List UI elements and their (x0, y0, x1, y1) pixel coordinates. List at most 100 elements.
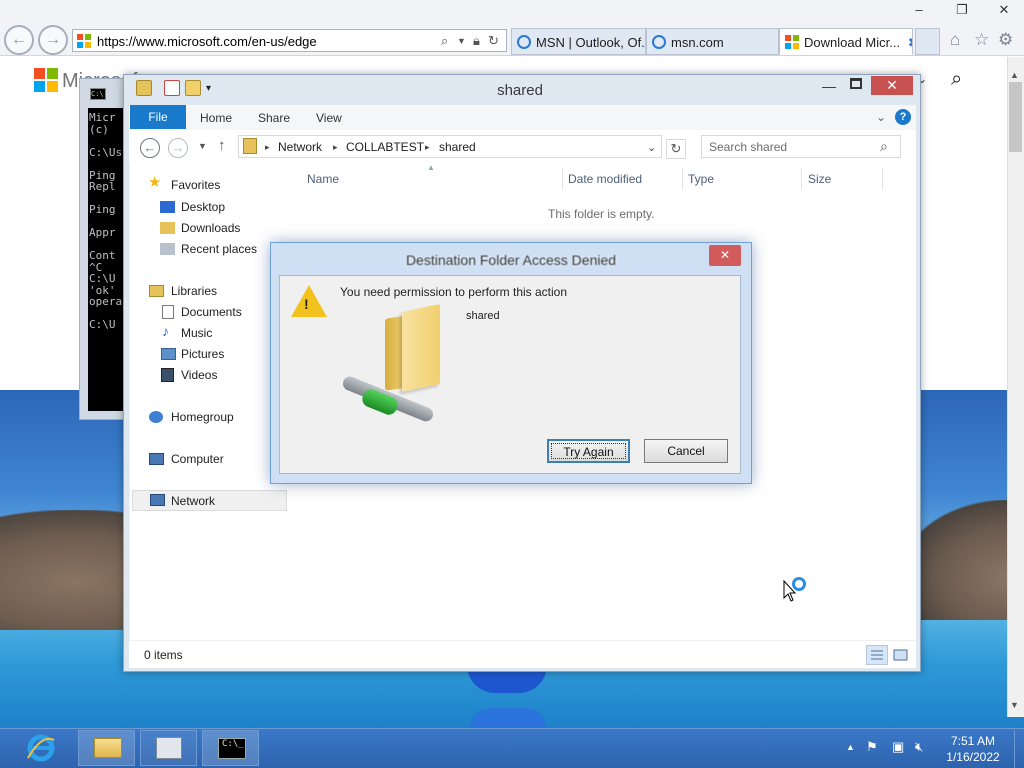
action-center-flag-icon[interactable]: ⚑ (866, 739, 878, 755)
taskbar-server-manager[interactable] (140, 730, 197, 766)
explorer-minimize-button[interactable]: — (822, 78, 836, 94)
dialog-close-button[interactable]: ✕ (709, 245, 741, 266)
cmd-icon: C:\ (90, 88, 106, 100)
clock-time: 7:51 AM (950, 734, 996, 748)
tab-close-icon[interactable]: ✖ (908, 35, 912, 50)
nav-divider (129, 162, 130, 640)
back-button[interactable]: ← (4, 25, 34, 55)
breadcrumb-shared[interactable]: shared (439, 140, 476, 154)
explorer-maximize-button[interactable] (850, 78, 862, 89)
ribbon-tab-view[interactable]: View (316, 111, 342, 125)
tab-label: Download Micr... (804, 35, 901, 50)
taskbar-file-explorer[interactable] (78, 730, 135, 766)
desktop-icon (160, 201, 175, 213)
column-type[interactable]: Type (688, 172, 714, 186)
column-separator[interactable] (882, 168, 883, 190)
breadcrumb-collabtest[interactable]: COLLABTEST (346, 140, 424, 154)
scrollbar-thumb[interactable] (1009, 82, 1022, 152)
show-hidden-icons-icon[interactable]: ▲ (846, 742, 855, 752)
favorites-star-icon[interactable]: ☆ (974, 30, 989, 50)
star-icon: ★ (148, 174, 162, 191)
column-size[interactable]: Size (808, 172, 831, 186)
show-desktop-button[interactable] (1014, 730, 1024, 768)
details-view-button[interactable] (866, 645, 888, 665)
lock-icon[interactable]: 🔒︎ (473, 33, 480, 49)
refresh-icon[interactable]: ↻ (666, 139, 686, 159)
folder-icon (94, 738, 122, 758)
explorer-back-button[interactable]: ← (140, 138, 160, 158)
empty-folder-message: This folder is empty. (548, 207, 655, 221)
restore-button[interactable]: ❐ (948, 0, 976, 20)
dialog-message: You need permission to perform this acti… (340, 285, 568, 299)
tab-msn[interactable]: msn.com (646, 28, 779, 55)
breadcrumb-separator-icon: ▸ (265, 142, 270, 152)
taskbar-internet-explorer[interactable] (16, 730, 66, 766)
clock-date: 1/16/2022 (946, 750, 1000, 764)
properties-icon[interactable] (164, 80, 180, 96)
music-icon: ♪ (162, 323, 169, 339)
forward-button[interactable]: → (38, 25, 68, 55)
search-icon[interactable]: ⌕ (880, 138, 888, 155)
ie-tab-icon (652, 35, 666, 49)
breadcrumb[interactable]: ▸ Network ▸ COLLABTEST ▸ shared ⌄ (238, 135, 662, 158)
column-separator[interactable] (682, 168, 683, 190)
address-bar[interactable]: https://www.microsoft.com/en-us/edge ⌕ ▼… (72, 29, 507, 52)
pictures-icon (161, 348, 176, 360)
dialog-title: Destination Folder Access Denied (405, 252, 617, 268)
address-url: https://www.microsoft.com/en-us/edge (97, 34, 317, 49)
help-icon[interactable]: ? (895, 109, 911, 125)
ribbon-expand-icon[interactable]: ⌄ (876, 110, 886, 124)
tab-msn-outlook[interactable]: MSN | Outlook, Of... (511, 28, 646, 55)
recent-locations-icon[interactable]: ▼ (198, 141, 207, 151)
network-tray-icon[interactable]: ▣ (892, 739, 904, 755)
customize-qa-icon[interactable]: ▾ (206, 83, 222, 99)
breadcrumb-separator-icon: ▸ (333, 142, 338, 152)
ribbon-tab-file[interactable]: File (130, 105, 186, 129)
explorer-close-button[interactable]: ✕ (871, 76, 913, 95)
up-arrow-icon[interactable]: ↑ (218, 137, 226, 154)
server-manager-icon (156, 737, 182, 759)
microsoft-logo[interactable] (34, 68, 58, 92)
item-count: 0 items (144, 648, 183, 662)
nav-network[interactable]: Network (132, 490, 287, 511)
dropdown-icon[interactable]: ▼ (457, 36, 466, 46)
network-folder-icon (136, 80, 152, 96)
search-icon[interactable]: ⌕ (441, 33, 448, 49)
explorer-forward-button[interactable]: → (168, 138, 188, 158)
page-search-icon[interactable]: ⌕ (951, 68, 962, 91)
column-separator[interactable] (801, 168, 802, 190)
tab-label: MSN | Outlook, Of... (536, 35, 646, 50)
ribbon-tab-home[interactable]: Home (200, 111, 232, 125)
search-placeholder: Search shared (709, 140, 788, 154)
breadcrumb-network[interactable]: Network (278, 140, 322, 154)
cancel-button[interactable]: Cancel (644, 439, 728, 463)
taskbar-command-prompt[interactable]: C:\_ (202, 730, 259, 766)
ms-favicon-icon (77, 34, 91, 48)
new-tab-button[interactable] (915, 28, 940, 55)
ribbon-tab-share[interactable]: Share (258, 111, 290, 125)
cmd-console-text[interactable]: Micr (c) C:\Us Ping Repl Ping Appr Cont … (88, 108, 128, 411)
ribbon-bar (129, 105, 916, 130)
column-name[interactable]: Name (307, 172, 339, 186)
home-icon[interactable]: ⌂ (950, 30, 960, 50)
new-folder-icon[interactable] (185, 80, 201, 96)
scroll-up-icon[interactable]: ▲ (1010, 70, 1019, 80)
refresh-icon[interactable]: ↻ (488, 33, 499, 49)
settings-gear-icon[interactable]: ⚙ (998, 30, 1013, 50)
try-again-button[interactable]: Try Again (547, 439, 630, 463)
tab-download-edge[interactable]: Download Micr... ✖ (779, 28, 913, 55)
large-icons-view-button[interactable] (890, 645, 912, 665)
volume-muted-icon[interactable]: 🔇︎ (915, 739, 923, 755)
search-input[interactable]: Search shared ⌕ (701, 135, 901, 158)
scroll-down-icon[interactable]: ▼ (1010, 700, 1019, 710)
status-bar (129, 640, 916, 668)
minimize-button[interactable]: – (905, 0, 933, 20)
breadcrumb-dropdown-icon[interactable]: ⌄ (647, 141, 656, 154)
column-separator[interactable] (562, 168, 563, 190)
close-button[interactable]: ✕ (990, 0, 1018, 20)
browser-scrollbar[interactable] (1007, 57, 1024, 717)
taskbar-clock[interactable]: 7:51 AM 1/16/2022 (940, 733, 1006, 765)
documents-icon (162, 305, 174, 319)
computer-icon (149, 453, 164, 465)
column-date-modified[interactable]: Date modified (568, 172, 642, 186)
